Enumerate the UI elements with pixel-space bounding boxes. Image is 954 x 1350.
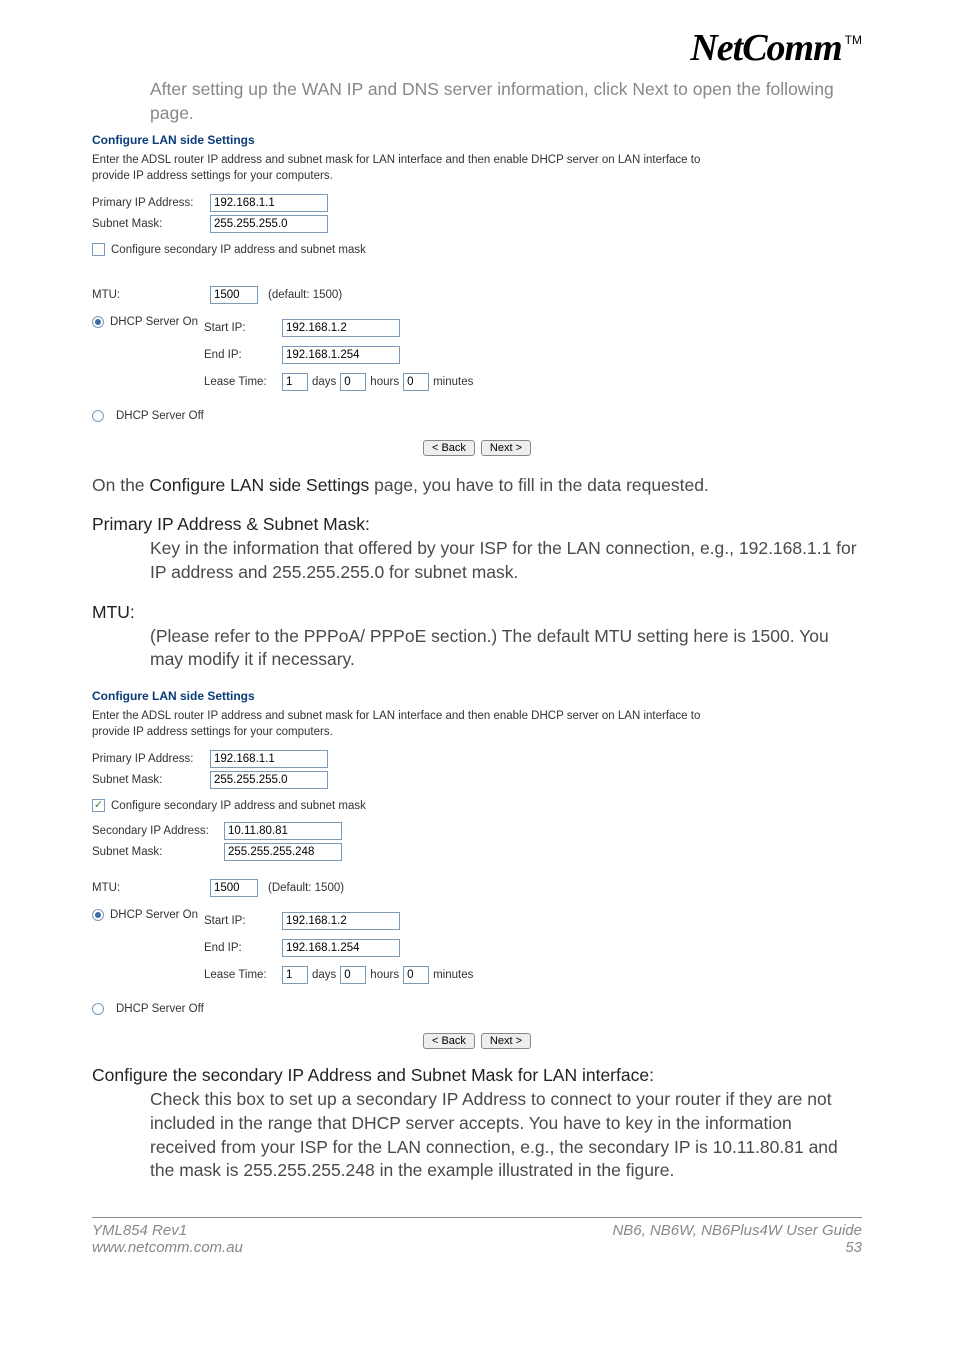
start-ip-label: Start IP: xyxy=(204,322,282,334)
footer-url: www.netcomm.com.au xyxy=(92,1239,243,1256)
f2-sec-ip-input[interactable] xyxy=(224,822,342,840)
f2-next-button[interactable]: Next > xyxy=(481,1033,531,1049)
f2-mtu-hint: (Default: 1500) xyxy=(268,882,344,894)
mtu-text-1: (Please refer to the PPPoA/ PPPoE sectio… xyxy=(150,626,594,646)
f2-sec-mask-input[interactable] xyxy=(224,843,342,861)
dhcp-off-radio[interactable] xyxy=(92,410,104,422)
primary-ip-input[interactable] xyxy=(210,194,328,212)
dhcp-on-label: DHCP Server On xyxy=(110,316,198,328)
f2-primary-ip-input[interactable] xyxy=(210,750,328,768)
f2-dhcp-off-label: DHCP Server Off xyxy=(116,1003,204,1015)
f2-start-ip-input[interactable] xyxy=(282,912,400,930)
netcomm-logo: NetComm TM xyxy=(690,26,862,70)
f2-subnet-mask-input[interactable] xyxy=(210,771,328,789)
trademark-symbol: TM xyxy=(845,33,862,47)
dhcp-on-radio[interactable] xyxy=(92,316,104,328)
page-number: 53 xyxy=(612,1239,862,1256)
lease-days-input[interactable] xyxy=(282,373,308,391)
f2-lease-min-input[interactable] xyxy=(403,966,429,984)
f2-lease-time-label: Lease Time: xyxy=(204,969,282,981)
intro-text: After setting up the WAN IP and DNS serv… xyxy=(150,78,862,125)
para-secondary-ip: Check this box to set up a secondary IP … xyxy=(150,1088,862,1183)
subnet-mask-label: Subnet Mask: xyxy=(92,218,204,230)
subnet-mask-input[interactable] xyxy=(210,215,328,233)
lan-settings-form-2: Configure LAN side Settings Enter the AD… xyxy=(92,689,862,1049)
f2-mtu-input[interactable] xyxy=(210,879,258,897)
f2-mtu-label: MTU: xyxy=(92,882,204,894)
secondary-ip-checkbox[interactable] xyxy=(92,243,105,256)
lease-hours-input[interactable] xyxy=(340,373,366,391)
f2-back-button[interactable]: < Back xyxy=(423,1033,475,1049)
mtu-label: MTU: xyxy=(92,289,204,301)
f2-dhcp-on-label: DHCP Server On xyxy=(110,909,198,921)
para-primary-ip: Key in the information that offered by y… xyxy=(150,537,862,584)
f2-days-label: days xyxy=(312,969,336,981)
days-label: days xyxy=(312,376,336,388)
f2-sec-mask-label: Subnet Mask: xyxy=(92,846,218,858)
dhcp-off-label: DHCP Server Off xyxy=(116,410,204,422)
f2-sec-ip-label: Secondary IP Address: xyxy=(92,825,218,837)
mtu-input[interactable] xyxy=(210,286,258,304)
footer-models: NB6, NB6W, NB6Plus4W xyxy=(612,1222,786,1239)
page-footer: YML854 Rev1 www.netcomm.com.au NB6, NB6W… xyxy=(92,1217,862,1256)
f2-secondary-ip-chk-label: Configure secondary IP address and subne… xyxy=(111,800,366,812)
lease-min-input[interactable] xyxy=(403,373,429,391)
f2-end-ip-input[interactable] xyxy=(282,939,400,957)
mtu-text-bold: MTU xyxy=(594,626,632,646)
footer-rev: YML854 Rev1 xyxy=(92,1222,187,1239)
next-button[interactable]: Next > xyxy=(481,440,531,456)
logo-text-2: Comm xyxy=(742,26,841,70)
lease-time-label: Lease Time: xyxy=(204,376,282,388)
heading-secondary-ip: Configure the secondary IP Address and S… xyxy=(92,1065,862,1086)
f2-secondary-ip-checkbox[interactable] xyxy=(92,799,105,812)
secondary-ip-chk-label: Configure secondary IP address and subne… xyxy=(111,244,366,256)
f2-start-ip-label: Start IP: xyxy=(204,915,282,927)
f2-minutes-label: minutes xyxy=(433,969,473,981)
page-header: NetComm TM xyxy=(92,26,862,70)
f2-hours-label: hours xyxy=(370,969,399,981)
end-ip-input[interactable] xyxy=(282,346,400,364)
body1-suffix: page, you have to fill in the data reque… xyxy=(369,475,709,495)
end-ip-label: End IP: xyxy=(204,349,282,361)
f2-dhcp-on-radio[interactable] xyxy=(92,909,104,921)
logo-text-1: Net xyxy=(690,26,742,70)
form2-desc: Enter the ADSL router IP address and sub… xyxy=(92,709,712,740)
form2-title: Configure LAN side Settings xyxy=(92,689,862,703)
mtu-hint: (default: 1500) xyxy=(268,289,342,301)
form1-title: Configure LAN side Settings xyxy=(92,133,862,147)
f2-primary-ip-label: Primary IP Address: xyxy=(92,753,204,765)
f2-lease-days-input[interactable] xyxy=(282,966,308,984)
f2-lease-hours-input[interactable] xyxy=(340,966,366,984)
f2-end-ip-label: End IP: xyxy=(204,942,282,954)
heading-mtu: MTU: xyxy=(92,602,862,623)
heading-primary-ip: Primary IP Address & Subnet Mask: xyxy=(92,514,862,535)
back-button[interactable]: < Back xyxy=(423,440,475,456)
para-mtu: (Please refer to the PPPoA/ PPPoE sectio… xyxy=(150,625,862,672)
primary-ip-label: Primary IP Address: xyxy=(92,197,204,209)
lan-settings-form-1: Configure LAN side Settings Enter the AD… xyxy=(92,133,862,456)
footer-guide: User Guide xyxy=(786,1222,862,1239)
minutes-label: minutes xyxy=(433,376,473,388)
hours-label: hours xyxy=(370,376,399,388)
body1-prefix: On the xyxy=(92,475,149,495)
body1-bold: Configure LAN side Settings xyxy=(149,475,369,495)
f2-dhcp-off-radio[interactable] xyxy=(92,1003,104,1015)
form1-desc: Enter the ADSL router IP address and sub… xyxy=(92,153,712,184)
body1-line: On the Configure LAN side Settings page,… xyxy=(92,474,862,498)
start-ip-input[interactable] xyxy=(282,319,400,337)
f2-subnet-mask-label: Subnet Mask: xyxy=(92,774,204,786)
